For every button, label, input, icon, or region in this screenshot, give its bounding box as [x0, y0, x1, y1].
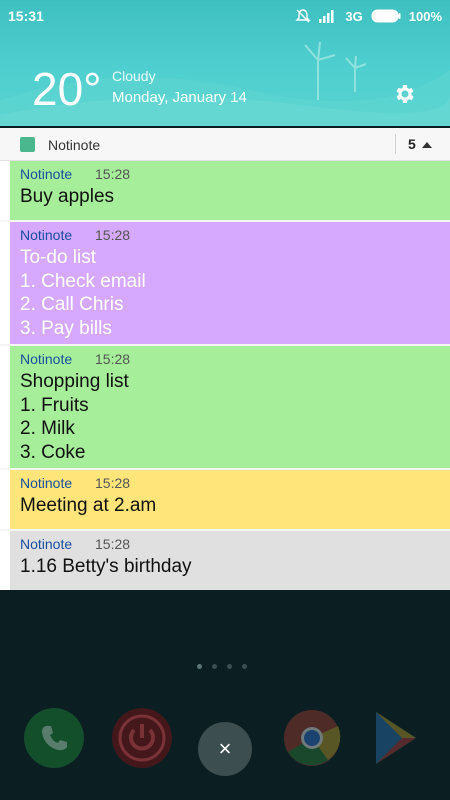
gear-icon[interactable] [392, 82, 416, 106]
notification-time: 15:28 [95, 227, 131, 243]
notification-text: Shopping list 1. Fruits 2. Milk 3. Coke [20, 371, 129, 464]
notification-card: Notinote 15:28 To-do list 1. Check email… [10, 222, 450, 344]
weather-date: Monday, January 14 [112, 89, 247, 106]
notification-card: Notinote 15:28 Buy apples [10, 161, 450, 220]
mute-icon [295, 9, 312, 23]
notification-card: Notinote 15:28 1.16 Betty's birthday [10, 531, 450, 590]
play-store-icon[interactable] [366, 708, 426, 768]
weather-header: 15:31 3G 100% 20° Cloudy Monday, January… [0, 0, 450, 126]
notification-item[interactable]: Notinote 15:28 To-do list 1. Check email… [0, 222, 450, 344]
notification-text: 1.16 Betty's birthday [20, 556, 192, 577]
group-app-name: Notinote [48, 137, 101, 153]
expand-toggle[interactable]: 5 [395, 134, 432, 154]
page-indicator [197, 664, 247, 669]
notification-item[interactable]: Notinote 15:28 Buy apples [0, 161, 450, 220]
notification-app: Notinote [20, 536, 73, 552]
close-button[interactable]: × [198, 722, 252, 776]
notification-item[interactable]: Notinote 15:28 Shopping list 1. Fruits 2… [0, 346, 450, 468]
battery-icon [371, 9, 401, 23]
notification-time: 15:28 [95, 536, 131, 552]
page-dot [212, 664, 217, 669]
notification-app: Notinote [20, 166, 73, 182]
weather-condition: Cloudy [112, 68, 156, 84]
page-dot [242, 664, 247, 669]
app-icon [20, 137, 35, 152]
notification-card: Notinote 15:28 Meeting at 2.am [10, 470, 450, 529]
notification-count: 5 [408, 136, 416, 152]
notification-item[interactable]: Notinote 15:28 Meeting at 2.am [0, 470, 450, 529]
chrome-icon[interactable] [282, 708, 342, 768]
notification-time: 15:28 [95, 475, 131, 491]
notification-time: 15:28 [95, 351, 131, 367]
phone-icon[interactable] [24, 708, 84, 768]
temperature: 20° [32, 63, 102, 115]
notification-text: Buy apples [20, 186, 115, 207]
power-icon[interactable] [112, 708, 172, 768]
signal-icon [319, 10, 334, 23]
notification-text: Meeting at 2.am [20, 495, 157, 516]
page-dot [227, 664, 232, 669]
page-dot [197, 664, 202, 669]
status-time: 15:31 [8, 8, 44, 24]
notification-group-header[interactable]: Notinote 5 [0, 128, 450, 161]
notification-app: Notinote [20, 475, 73, 491]
chevron-up-icon [421, 141, 432, 148]
notification-panel: Notinote 5 Notinote 15:28 Buy apples Not… [0, 128, 450, 590]
notification-app: Notinote [20, 227, 73, 243]
notification-time: 15:28 [95, 166, 131, 182]
notification-app: Notinote [20, 351, 73, 367]
notification-card: Notinote 15:28 Shopping list 1. Fruits 2… [10, 346, 450, 468]
notification-text: To-do list 1. Check email 2. Call Chris … [20, 247, 146, 340]
close-icon: × [218, 736, 232, 761]
network-type: 3G [345, 8, 363, 24]
battery-level: 100% [408, 8, 442, 24]
notification-item[interactable]: Notinote 15:28 1.16 Betty's birthday [0, 531, 450, 590]
status-icons: 3G 100% [295, 8, 442, 24]
